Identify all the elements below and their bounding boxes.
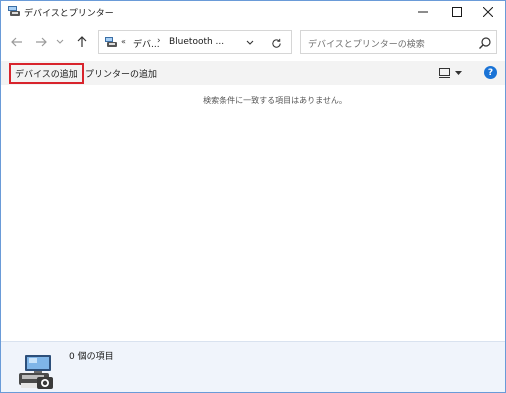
- view-options-icon: [439, 68, 450, 78]
- arrow-left-icon: [11, 37, 22, 47]
- close-button[interactable]: [471, 1, 505, 23]
- devices-printer-icon: [8, 6, 20, 16]
- view-options-button[interactable]: [439, 66, 467, 80]
- forward-button[interactable]: [32, 33, 50, 51]
- minimize-icon: [418, 11, 428, 13]
- recent-locations-button[interactable]: [54, 33, 66, 51]
- breadcrumb-bluetooth[interactable]: Bluetooth ...: [169, 37, 224, 47]
- search-icon[interactable]: [478, 36, 492, 50]
- chevron-down-icon: [455, 70, 462, 75]
- back-button[interactable]: [8, 33, 26, 51]
- devices-printer-icon: [19, 355, 53, 389]
- help-button[interactable]: ?: [484, 66, 497, 79]
- address-dropdown-button[interactable]: [243, 36, 257, 50]
- up-button[interactable]: [73, 33, 91, 51]
- breadcrumb-separator[interactable]: ›: [157, 36, 161, 46]
- arrow-up-icon: [77, 36, 87, 47]
- devices-printer-icon: [105, 37, 117, 47]
- breadcrumb-devices[interactable]: デバ...: [133, 37, 160, 50]
- breadcrumb-overflow[interactable]: «: [121, 37, 126, 46]
- address-bar[interactable]: « デバ... › Bluetooth ...: [98, 30, 292, 54]
- devices-and-printers-window: デバイスとプリンター « デバ... › Bluetooth ... デバイスと…: [0, 0, 506, 393]
- maximize-icon: [452, 7, 462, 17]
- refresh-button[interactable]: [268, 36, 284, 50]
- add-device-button[interactable]: デバイスの追加: [9, 63, 84, 84]
- maximize-button[interactable]: [440, 1, 474, 23]
- details-pane: 0 個の項目: [1, 341, 505, 392]
- empty-results-message: 検索条件に一致する項目はありません。: [203, 96, 347, 105]
- minimize-button[interactable]: [406, 1, 440, 23]
- search-input[interactable]: デバイスとプリンターの検索: [308, 37, 425, 50]
- close-icon: [483, 7, 493, 17]
- window-title: デバイスとプリンター: [24, 9, 114, 19]
- arrow-right-icon: [36, 37, 47, 47]
- chevron-down-icon: [56, 39, 64, 44]
- add-printer-button[interactable]: プリンターの追加: [85, 67, 157, 80]
- chevron-down-icon: [246, 40, 254, 45]
- title-bar: デバイスとプリンター: [1, 1, 505, 23]
- items-view: 検索条件に一致する項目はありません。: [1, 85, 505, 341]
- refresh-icon: [271, 38, 281, 48]
- navigation-bar: « デバ... › Bluetooth ... デバイスとプリンターの検索: [1, 23, 505, 61]
- item-count: 0 個の項目: [69, 352, 114, 362]
- search-box[interactable]: デバイスとプリンターの検索: [300, 30, 497, 54]
- command-bar: デバイスの追加 プリンターの追加 ?: [1, 61, 505, 85]
